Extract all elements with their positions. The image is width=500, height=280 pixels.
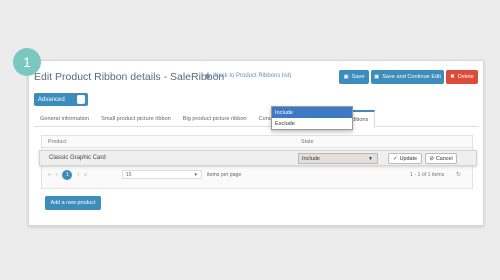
page-size-select[interactable]: 15 ▼: [122, 170, 202, 179]
step-number-badge: 1: [13, 48, 41, 76]
floppy-disk-icon: ▣: [343, 74, 349, 80]
page-size-value: 15: [126, 171, 132, 178]
items-count: 1 - 1 of 1 items: [410, 172, 445, 178]
state-select[interactable]: Include ▼: [298, 153, 378, 164]
tab-strip: General information Small product pictur…: [34, 110, 479, 128]
tab-general-information[interactable]: General information: [34, 110, 95, 127]
floppy-disk-icon: ▣: [374, 74, 380, 80]
grid-header: Product State: [42, 136, 472, 148]
column-header-state[interactable]: State: [301, 139, 314, 145]
save-button[interactable]: ▣ Save: [339, 70, 369, 84]
trash-icon: ✖: [450, 74, 455, 80]
table-row-editing: Classic Graphic Card Include ▼ ✓ Update …: [39, 150, 477, 166]
products-grid: Product State Classic Graphic Card Inclu…: [39, 135, 477, 189]
save-continue-label: Save and Continue Edit: [382, 74, 441, 80]
page-title: Edit Product Ribbon details - SaleRibbon: [34, 71, 225, 83]
delete-button-label: Delete: [457, 74, 474, 80]
tab-big-picture-ribbon[interactable]: Big product picture ribbon: [177, 110, 253, 127]
product-name: Classic Graphic Card: [49, 155, 106, 161]
last-page-button[interactable]: »: [84, 172, 87, 178]
pager: « ‹ 1 › »: [48, 170, 87, 180]
toggle-switch-icon: [76, 95, 85, 104]
tab-small-picture-ribbon[interactable]: Small product picture ribbon: [95, 110, 177, 127]
state-option-exclude[interactable]: Exclude: [272, 118, 352, 129]
save-button-label: Save: [351, 74, 365, 80]
advanced-label: Advanced: [38, 96, 65, 103]
items-per-page-label: items per page: [207, 172, 242, 178]
checkmark-icon: ✓: [393, 155, 398, 162]
add-new-product-button[interactable]: Add a new product: [45, 196, 101, 210]
update-button[interactable]: ✓ Update: [388, 153, 422, 164]
back-link-label: (back to Product Ribbons list): [213, 73, 292, 79]
save-and-continue-button[interactable]: ▣ Save and Continue Edit: [371, 70, 444, 84]
current-page-button[interactable]: 1: [62, 170, 73, 180]
first-page-button[interactable]: «: [48, 172, 51, 178]
state-option-include[interactable]: Include: [272, 107, 352, 118]
cancel-circle-icon: ⊘: [429, 155, 434, 162]
back-to-list-link[interactable]: (back to Product Ribbons list): [205, 73, 291, 79]
arrow-circle-left-icon: [205, 73, 210, 79]
cancel-button-label: Cancel: [435, 155, 453, 162]
state-dropdown-list: Include Exclude: [271, 106, 353, 130]
state-select-value: Include: [302, 155, 321, 162]
caret-down-icon: ▼: [193, 172, 198, 177]
update-button-label: Update: [399, 155, 417, 162]
previous-page-button[interactable]: ‹: [56, 172, 58, 178]
refresh-icon[interactable]: ↻: [456, 171, 461, 178]
next-page-button[interactable]: ›: [77, 172, 79, 178]
caret-down-icon: ▼: [368, 156, 373, 162]
advanced-toggle-button[interactable]: Advanced: [34, 93, 88, 106]
delete-button[interactable]: ✖ Delete: [446, 70, 478, 84]
column-header-product[interactable]: Product: [48, 139, 67, 145]
edit-panel: Edit Product Ribbon details - SaleRibbon…: [28, 60, 484, 226]
cancel-button[interactable]: ⊘ Cancel: [425, 153, 457, 164]
